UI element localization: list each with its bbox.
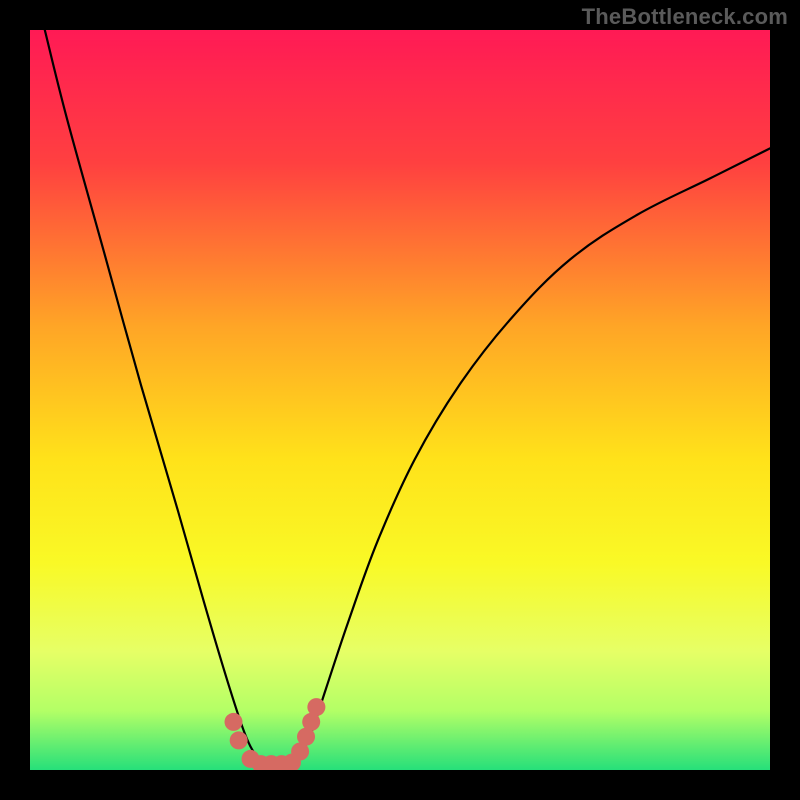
chart-plot-area — [30, 30, 770, 770]
marker-dot — [230, 731, 248, 749]
watermark-text: TheBottleneck.com — [582, 4, 788, 30]
marker-dot — [225, 713, 243, 731]
gradient-background — [30, 30, 770, 770]
marker-dot — [307, 698, 325, 716]
chart-frame: TheBottleneck.com — [0, 0, 800, 800]
chart-svg — [30, 30, 770, 770]
